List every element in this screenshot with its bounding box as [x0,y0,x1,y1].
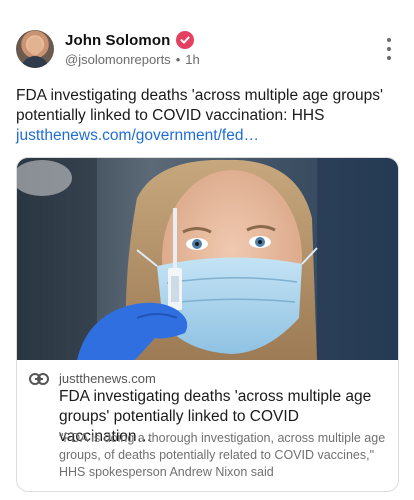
author-handle[interactable]: @jsolomonreports [65,52,171,67]
social-post: John Solomon @jsolomonreports • 1h FDA i… [0,0,414,500]
avatar-face [28,37,42,55]
post-header: John Solomon @jsolomonreports • 1h [16,30,400,70]
preview-body: justthenews.com FDA investigating deaths… [17,360,398,491]
post-text: FDA investigating deaths 'across multipl… [16,86,401,146]
avatar-suit [21,56,49,68]
post-body: FDA investigating deaths 'across multipl… [16,87,383,124]
preview-description: "FDA is doing a thorough investigation, … [59,431,386,479]
avatar[interactable] [16,30,54,68]
more-dot [387,47,391,51]
post-time: 1h [185,52,200,67]
post-meta: @jsolomonreports • 1h [65,52,200,67]
preview-domain: justthenews.com [59,371,156,386]
author-name-row: John Solomon [65,30,200,50]
link-preview-card[interactable]: justthenews.com FDA investigating deaths… [16,157,399,492]
preview-image[interactable] [17,158,398,360]
link-icon [29,373,49,385]
author-name[interactable]: John Solomon [65,32,170,49]
more-vertical-icon[interactable] [382,38,396,60]
more-dot [387,56,391,60]
author-info: John Solomon @jsolomonreports • 1h [65,30,200,67]
more-dot [387,38,391,42]
post-link[interactable]: justthenews.com/government/fed… [16,126,401,146]
verified-check-icon [176,31,195,49]
meta-separator: • [175,52,181,67]
